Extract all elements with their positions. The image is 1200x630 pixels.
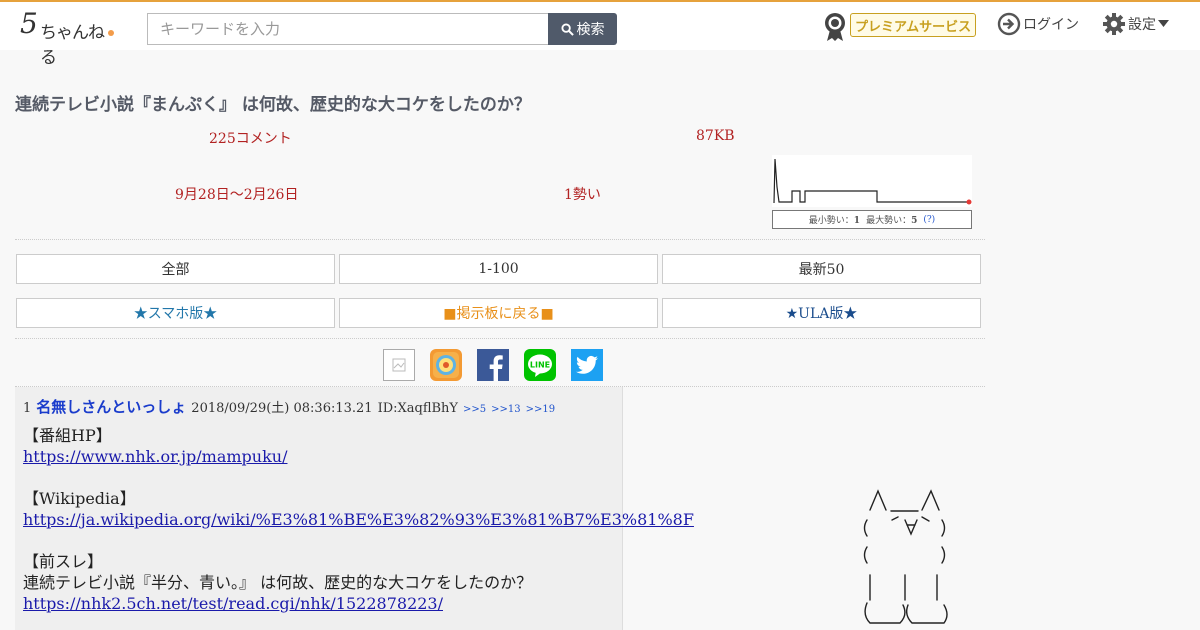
post-line: 【前スレ】 bbox=[23, 552, 104, 571]
momentum-current-dot bbox=[966, 199, 972, 205]
graph-caption: 最小勢い：1 最大勢い：5 (?) bbox=[772, 210, 972, 229]
twitter-icon[interactable] bbox=[571, 349, 603, 381]
poster-name: 名無しさんといっしょ bbox=[36, 398, 187, 416]
premium-service-link[interactable]: プレミアムサービス bbox=[850, 13, 977, 37]
settings-label: 設定 bbox=[1128, 17, 1156, 33]
logo-dot bbox=[108, 30, 114, 36]
gear-icon bbox=[1103, 13, 1125, 35]
post-body: 【番組HP】 https://www.nhk.or.jp/mampuku/ 【W… bbox=[23, 425, 694, 614]
settings-menu[interactable]: 設定 bbox=[1102, 11, 1169, 37]
ascii-art-cat bbox=[863, 489, 948, 624]
divider bbox=[15, 239, 985, 240]
post-link[interactable]: https://nhk2.5ch.net/test/read.cgi/nhk/1… bbox=[23, 593, 623, 614]
top-bar: 5 ちゃんねる 検索 プレミアムサービス ログイン bbox=[0, 0, 1200, 68]
search-button[interactable]: 検索 bbox=[548, 13, 617, 45]
facebook-icon[interactable] bbox=[477, 349, 509, 381]
thread-period: 9月28日〜2月26日 bbox=[175, 187, 299, 203]
site-logo[interactable]: 5 ちゃんねる bbox=[20, 7, 116, 68]
momentum-graph bbox=[772, 155, 972, 207]
bookmark-app-glyph bbox=[433, 352, 459, 378]
divider bbox=[15, 338, 985, 339]
post-link[interactable]: https://ja.wikipedia.org/wiki/%E3%81%BE%… bbox=[23, 509, 694, 530]
premium-badge-icon[interactable] bbox=[822, 12, 848, 42]
post-date: 2018/09/29(土) 08:36:13.21 bbox=[191, 401, 373, 416]
line-glyph: LINE bbox=[528, 354, 552, 377]
post-link[interactable]: https://www.nhk.or.jp/mampuku/ bbox=[23, 446, 623, 467]
broken-image-glyph bbox=[392, 358, 406, 372]
post-line: 【Wikipedia】 bbox=[23, 489, 136, 508]
smartphone-version-link[interactable]: ★スマホ版★ bbox=[16, 298, 335, 328]
line-icon[interactable]: LINE bbox=[524, 349, 556, 381]
search-icon bbox=[560, 22, 574, 36]
graph-max: 最大勢い：5 bbox=[866, 216, 918, 226]
graph-help-link[interactable]: (?) bbox=[923, 215, 935, 225]
logo-text: ちゃんねる bbox=[40, 23, 105, 68]
search-input[interactable] bbox=[147, 13, 549, 45]
bookmark-app-icon[interactable] bbox=[430, 349, 462, 381]
post-line: 【番組HP】 bbox=[23, 426, 112, 445]
login-label: ログイン bbox=[1023, 17, 1079, 33]
nav-1-100-button[interactable]: 1-100 bbox=[339, 254, 658, 284]
svg-text:LINE: LINE bbox=[530, 361, 550, 370]
thread-size: 87KB bbox=[696, 128, 735, 144]
back-to-board-link[interactable]: ■掲示板に戻る■ bbox=[339, 298, 658, 328]
twitter-glyph bbox=[576, 355, 598, 374]
reply-link[interactable]: >>5 bbox=[463, 404, 486, 415]
broken-image-icon[interactable] bbox=[383, 349, 415, 381]
thread-momentum: 1勢い bbox=[564, 187, 601, 203]
post-number: 1 bbox=[23, 401, 32, 416]
premium-service-label: プレミアムサービス bbox=[855, 19, 972, 35]
post-line: 連続テレビ小説『半分、青い。』 は何故、歴史的な大コケをしたのか？ bbox=[23, 573, 533, 592]
login-link[interactable]: ログイン bbox=[997, 11, 1079, 37]
nav-latest50-button[interactable]: 最新50 bbox=[662, 254, 981, 284]
login-icon bbox=[997, 12, 1021, 36]
nav-all-button[interactable]: 全部 bbox=[16, 254, 335, 284]
graph-min: 最小勢い：1 bbox=[808, 216, 861, 226]
ula-version-link[interactable]: ★ULA版★ bbox=[662, 298, 981, 328]
facebook-glyph bbox=[489, 355, 503, 381]
caret-down-icon bbox=[1158, 20, 1169, 27]
poster-id[interactable]: ID:XaqflBhY bbox=[378, 401, 458, 416]
post-1: 1 名無しさんといっしょ 2018/09/29(土) 08:36:13.21 I… bbox=[15, 387, 694, 630]
momentum-line bbox=[773, 158, 968, 204]
post-header: 1 名無しさんといっしょ 2018/09/29(土) 08:36:13.21 I… bbox=[23, 396, 555, 417]
thread-title: 連続テレビ小説『まんぷく』 は何故、歴史的な大コケをしたのか？ bbox=[15, 95, 531, 115]
reply-link[interactable]: >>19 bbox=[526, 404, 555, 415]
comment-count: 225コメント bbox=[209, 131, 292, 147]
logo-five: 5 bbox=[20, 7, 38, 40]
search-button-label: 検索 bbox=[576, 22, 605, 38]
reply-link[interactable]: >>13 bbox=[491, 404, 520, 415]
